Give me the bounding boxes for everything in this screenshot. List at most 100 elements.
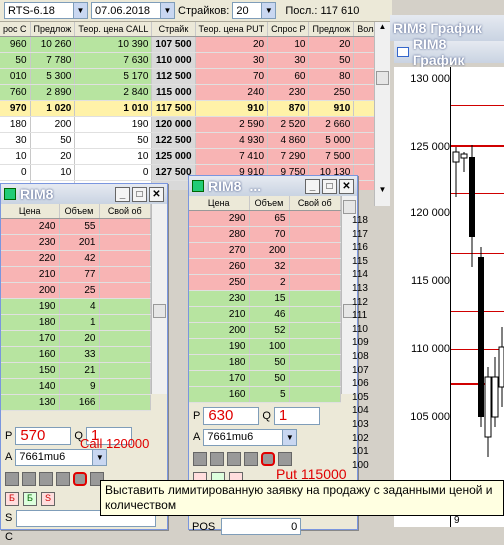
board-cell[interactable]: 970 [0, 100, 31, 117]
bid-cell[interactable]: 46 [249, 306, 290, 323]
board-cell[interactable]: 180 [0, 116, 31, 133]
bid-row[interactable]: 160 5 [189, 386, 341, 403]
strikes-select[interactable]: 20 ▼ [232, 2, 277, 19]
board-column-header[interactable]: Предлож [308, 22, 355, 37]
board-cell[interactable]: 0 [0, 164, 31, 181]
board-cell[interactable]: 110 000 [151, 52, 196, 69]
bid-cell[interactable]: 9 [59, 378, 100, 395]
own-volume-cell[interactable] [289, 242, 341, 259]
close-button[interactable]: ✕ [339, 178, 354, 194]
board-row[interactable]: 30 50 50 122 500 4 930 4 860 5 000 [0, 132, 374, 149]
board-cell[interactable]: 1 010 [74, 100, 153, 117]
bid-cell[interactable]: 150 [1, 362, 60, 379]
board-cell[interactable]: 870 [267, 100, 310, 117]
bid-row[interactable]: 180 50 [189, 354, 341, 371]
bid-row[interactable]: 180 1 [1, 314, 151, 331]
board-row[interactable]: 970 1 020 1 010 117 500 910 870 910 [0, 100, 374, 117]
board-cell[interactable]: 50 [308, 52, 355, 69]
qty-input[interactable]: 1 [273, 406, 320, 425]
sell-limit-icon[interactable] [261, 451, 275, 466]
board-cell[interactable]: 50 [30, 132, 76, 149]
cancel-icon[interactable] [278, 451, 292, 466]
board-cell[interactable]: 7 630 [74, 52, 153, 69]
board-row[interactable]: 10 20 10 125 000 7 410 7 290 7 500 [0, 148, 374, 165]
own-volume-cell[interactable] [99, 250, 151, 267]
ask-row[interactable]: 290 65 [189, 210, 341, 227]
ask-cell[interactable]: 25 [59, 282, 100, 299]
board-cell[interactable]: 230 [267, 84, 310, 101]
board-row[interactable]: 010 5 300 5 170 112 500 70 60 80 [0, 68, 374, 85]
board-cell[interactable] [353, 100, 374, 117]
own-volume-cell[interactable] [289, 386, 341, 403]
board-cell[interactable]: 0 [74, 164, 153, 181]
ask-cell[interactable]: 42 [59, 250, 100, 267]
board-cell[interactable]: 2 590 [195, 116, 269, 133]
board-row[interactable]: 180 200 190 120 000 2 590 2 520 2 660 [0, 116, 374, 133]
board-column-header[interactable]: Теор. цена PUT [195, 22, 269, 37]
maximize-button[interactable]: □ [132, 186, 147, 202]
board-cell[interactable]: 5 170 [74, 68, 153, 85]
bid-cell[interactable]: 20 [59, 330, 100, 347]
board-cell[interactable]: 20 [308, 36, 355, 53]
bid-cell[interactable]: 230 [189, 290, 250, 307]
ask-row[interactable]: 280 70 [189, 226, 341, 243]
board-cell[interactable]: 30 [0, 132, 31, 149]
own-volume-cell[interactable] [99, 298, 151, 315]
board-cell[interactable] [353, 84, 374, 101]
board-column-header[interactable]: Волати [353, 22, 374, 37]
board-column-header[interactable]: Теор. цена CALL [74, 22, 153, 37]
account-select[interactable]: 7661mu6 ▼ [203, 428, 298, 446]
ask-row[interactable]: 270 200 [189, 242, 341, 259]
board-cell[interactable]: 910 [308, 100, 355, 117]
ask-row[interactable]: 210 77 [1, 266, 151, 283]
bid-row[interactable]: 190 4 [1, 298, 151, 315]
board-cell[interactable]: 200 [30, 116, 76, 133]
board-cell[interactable]: 30 [195, 52, 269, 69]
board-cell[interactable]: 115 000 [151, 84, 196, 101]
board-cell[interactable]: 2 520 [267, 116, 310, 133]
own-volume-cell[interactable] [99, 362, 151, 379]
date-picker[interactable]: 07.06.2018 ▼ [91, 2, 175, 19]
ask-cell[interactable]: 270 [189, 242, 250, 259]
bid-row[interactable]: 170 20 [1, 330, 151, 347]
board-cell[interactable]: 30 [267, 52, 310, 69]
own-volume-cell[interactable] [99, 330, 151, 347]
board-cell[interactable]: 107 500 [151, 36, 196, 53]
ask-row[interactable]: 230 201 [1, 234, 151, 251]
board-cell[interactable]: 4 930 [195, 132, 269, 149]
bid-cell[interactable]: 50 [249, 354, 290, 371]
ask-cell[interactable]: 280 [189, 226, 250, 243]
ask-cell[interactable]: 70 [249, 226, 290, 243]
board-cell[interactable]: 2 660 [308, 116, 355, 133]
bid-cell[interactable]: 160 [189, 386, 250, 403]
side-b-icon[interactable]: Б [5, 491, 19, 506]
board-cell[interactable] [353, 52, 374, 69]
ask-cell[interactable]: 200 [1, 282, 60, 299]
bid-cell[interactable]: 130 [1, 394, 60, 411]
board-cell[interactable]: 5 300 [30, 68, 76, 85]
board-cell[interactable]: 20 [195, 36, 269, 53]
board-cell[interactable]: 10 390 [74, 36, 153, 53]
board-cell[interactable]: 2 840 [74, 84, 153, 101]
scroll-up-icon[interactable]: ▲ [375, 22, 390, 31]
own-volume-cell[interactable] [289, 290, 341, 307]
ask-row[interactable]: 200 25 [1, 282, 151, 299]
bid-cell[interactable]: 160 [1, 346, 60, 363]
bid-cell[interactable]: 21 [59, 362, 100, 379]
price-input[interactable]: 630 [203, 406, 260, 425]
ask-cell[interactable]: 65 [249, 210, 290, 227]
chevron-down-icon[interactable]: ▼ [261, 3, 276, 18]
board-cell[interactable]: 190 [74, 116, 153, 133]
minimize-button[interactable]: _ [305, 178, 320, 194]
own-volume-cell[interactable] [289, 354, 341, 371]
board-cell[interactable] [353, 148, 374, 165]
bid-cell[interactable]: 52 [249, 322, 290, 339]
board-row[interactable]: 760 2 890 2 840 115 000 240 230 250 [0, 84, 374, 101]
board-cell[interactable]: 50 [74, 132, 153, 149]
bid-cell[interactable]: 33 [59, 346, 100, 363]
contract-select[interactable]: RTS-6.18 ▼ [4, 2, 88, 19]
board-cell[interactable]: 910 [195, 100, 269, 117]
price-input[interactable]: 570 [15, 426, 72, 445]
board-cell[interactable]: 7 500 [308, 148, 355, 165]
window-titlebar[interactable]: RIM8 ... _ □ ✕ [189, 176, 357, 196]
